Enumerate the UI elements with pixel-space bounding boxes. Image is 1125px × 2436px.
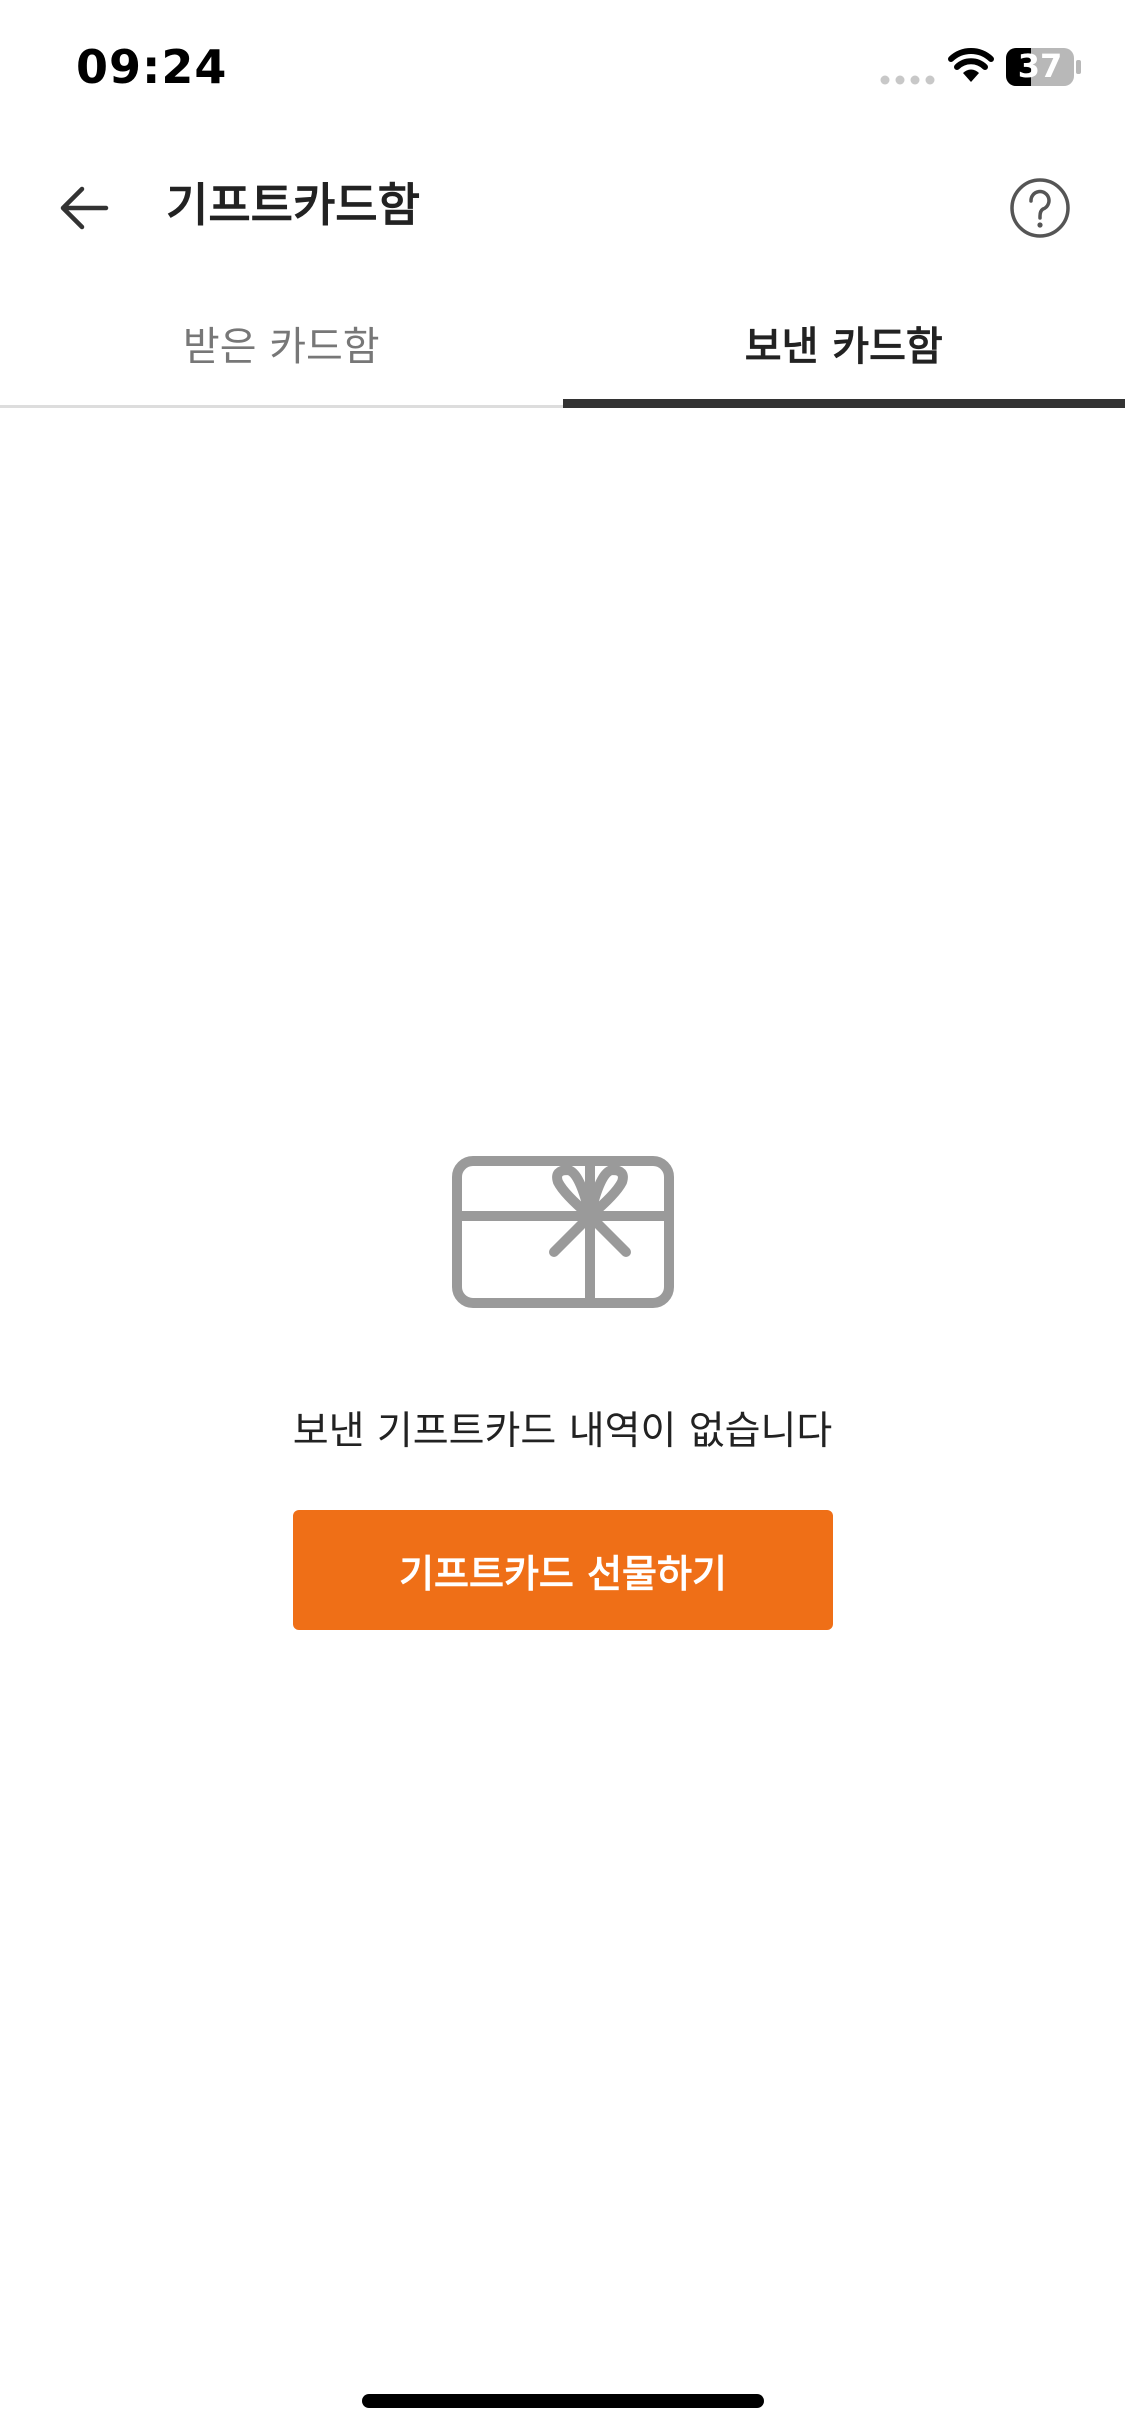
page-title: 기프트카드함 (166, 178, 420, 232)
gift-card-box-screen: 09:24 37 기프트카드함 받은 카드함 보낸 카드함 보낸 기프트카드 내… (0, 0, 1125, 2436)
gift-card-icon (452, 1156, 674, 1308)
signal-icon (880, 75, 935, 85)
arrow-left-icon (60, 186, 109, 230)
send-gift-card-button[interactable]: 기프트카드 선물하기 (293, 1510, 833, 1630)
question-circle-icon (1010, 178, 1070, 238)
header-bar: 기프트카드함 (0, 140, 1125, 270)
battery-level: 37 (1017, 47, 1063, 85)
home-indicator[interactable] (362, 2394, 764, 2408)
wifi-icon (948, 48, 994, 82)
tab-bar: 받은 카드함 보낸 카드함 (0, 280, 1125, 408)
empty-message: 보낸 기프트카드 내역이 없습니다 (292, 1409, 833, 1454)
back-button[interactable] (44, 168, 124, 248)
tab-received-cards[interactable]: 받은 카드함 (0, 280, 563, 405)
help-button[interactable] (1000, 168, 1080, 248)
tab-sent-cards[interactable]: 보낸 카드함 (562, 280, 1125, 408)
status-bar: 09:24 37 (0, 0, 1125, 140)
status-time: 09:24 (76, 40, 228, 94)
